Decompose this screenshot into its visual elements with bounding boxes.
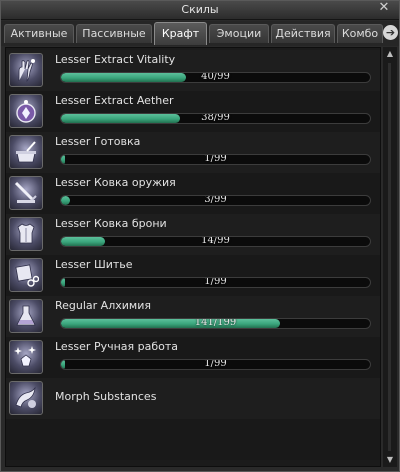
tab-emotions[interactable]: Эмоции xyxy=(209,24,269,43)
progress-text: 40/99 xyxy=(201,72,230,82)
progress-text: 141/199 xyxy=(194,318,237,328)
close-icon[interactable]: ✕ xyxy=(377,0,391,16)
tab-bar: Активные Пассивные Крафт Эмоции Действия… xyxy=(1,21,399,46)
handiwork-icon[interactable] xyxy=(9,340,43,374)
cooking-icon[interactable] xyxy=(9,135,43,169)
progress-text: 1/99 xyxy=(204,154,227,164)
extract-aether-icon[interactable] xyxy=(9,94,43,128)
skill-name: Lesser Ковка оружия xyxy=(55,176,176,189)
skill-name: Morph Substances xyxy=(55,390,157,403)
progress-text: 1/99 xyxy=(204,277,227,287)
alchemy-icon[interactable] xyxy=(9,299,43,333)
tab-combo[interactable]: Комбо xyxy=(337,24,383,43)
skill-name: Lesser Готовка xyxy=(55,135,141,148)
empty-row xyxy=(6,419,380,460)
scroll-up-icon[interactable]: ▲ xyxy=(384,48,396,60)
skill-row[interactable]: Lesser Ручная работа 1/99 xyxy=(6,337,380,378)
skill-row[interactable]: Lesser Extract Vitality 40/99 xyxy=(6,50,380,91)
skill-list: Lesser Extract Vitality 40/99 Lesser Ext… xyxy=(5,47,381,467)
tailoring-icon[interactable] xyxy=(9,258,43,292)
armorsmithing-icon[interactable] xyxy=(9,217,43,251)
skill-progress-bar: 141/199 xyxy=(60,318,371,329)
tab-active[interactable]: Активные xyxy=(4,24,74,43)
skill-row[interactable]: Lesser Готовка 1/99 xyxy=(6,132,380,173)
skill-row[interactable]: Regular Алхимия 141/199 xyxy=(6,296,380,337)
skill-progress-bar: 40/99 xyxy=(60,72,371,83)
title-bar[interactable]: Скилы ✕ xyxy=(1,0,399,20)
tab-actions[interactable]: Действия xyxy=(271,24,335,43)
tab-passive[interactable]: Пассивные xyxy=(76,24,152,43)
skill-row[interactable]: Morph Substances xyxy=(6,378,380,419)
morph-substances-icon[interactable] xyxy=(9,381,43,415)
skill-progress-bar: 14/99 xyxy=(60,236,371,247)
scroll-down-icon[interactable]: ▼ xyxy=(384,454,396,466)
skill-progress-bar: 1/99 xyxy=(60,359,371,370)
tab-craft[interactable]: Крафт xyxy=(154,22,207,45)
tab-scroll-right-icon[interactable]: ➔ xyxy=(383,25,398,40)
skill-row[interactable]: Lesser Ковка брони 14/99 xyxy=(6,214,380,255)
skill-progress-bar: 38/99 xyxy=(60,113,371,124)
progress-text: 3/99 xyxy=(204,195,227,205)
skill-name: Regular Алхимия xyxy=(55,299,151,312)
skill-name: Lesser Ковка брони xyxy=(55,217,167,230)
skill-row[interactable]: Lesser Extract Aether 38/99 xyxy=(6,91,380,132)
skill-name: Lesser Extract Vitality xyxy=(55,53,176,66)
progress-text: 14/99 xyxy=(201,236,230,246)
skills-window: Скилы ✕ Активные Пассивные Крафт Эмоции … xyxy=(0,0,400,472)
skill-row[interactable]: Lesser Шитье 1/99 xyxy=(6,255,380,296)
scroll-track[interactable] xyxy=(388,63,391,451)
skill-progress-bar: 1/99 xyxy=(60,154,371,165)
skill-row[interactable]: Lesser Ковка оружия 3/99 xyxy=(6,173,380,214)
weaponsmithing-icon[interactable] xyxy=(9,176,43,210)
skill-progress-bar: 3/99 xyxy=(60,195,371,206)
skill-name: Lesser Extract Aether xyxy=(55,94,174,107)
skill-progress-bar: 1/99 xyxy=(60,277,371,288)
extract-vitality-icon[interactable] xyxy=(9,53,43,87)
skill-name: Lesser Шитье xyxy=(55,258,133,271)
window-title: Скилы xyxy=(181,3,219,16)
progress-text: 1/99 xyxy=(204,359,227,369)
progress-text: 38/99 xyxy=(201,113,230,123)
scrollbar[interactable]: ▲ ▼ xyxy=(383,47,397,467)
skill-name: Lesser Ручная работа xyxy=(55,340,179,353)
